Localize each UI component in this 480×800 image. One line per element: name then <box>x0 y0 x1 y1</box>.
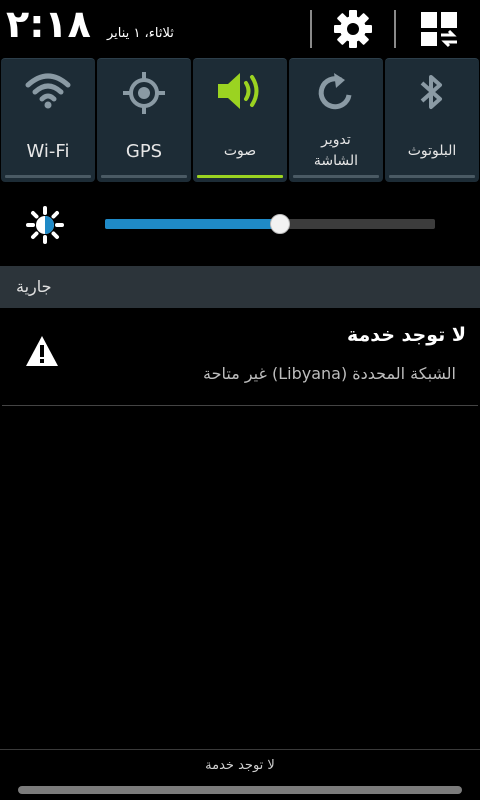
footer-divider <box>0 749 480 750</box>
brightness-slider-fill <box>105 219 280 229</box>
gps-indicator <box>101 175 187 178</box>
carrier-label: لا توجد خدمة <box>205 758 275 773</box>
gear-icon <box>334 10 372 48</box>
gps-toggle[interactable]: GPS <box>97 58 191 182</box>
sound-label: صوت <box>223 142 257 159</box>
panel-drag-handle[interactable] <box>18 786 462 794</box>
brightness-slider-thumb[interactable] <box>269 214 290 234</box>
rotation-label: تدوير الشاشة <box>313 132 359 169</box>
rotation-indicator <box>293 175 379 178</box>
gps-icon <box>123 72 165 114</box>
no-service-notification[interactable]: لا توجد خدمة الشبكة المحددة (Libyana) غي… <box>0 308 480 406</box>
ongoing-section-header: جارية <box>0 266 480 308</box>
panel-toggle-button[interactable] <box>414 6 464 52</box>
warning-icon <box>26 336 58 366</box>
header-divider <box>310 10 312 48</box>
quick-settings-panel: Wi-Fi GPS صوت تدوير الشاشة البلوتوث <box>0 58 480 184</box>
bluetooth-indicator <box>389 175 475 178</box>
date: ثلاثاء، ١ يناير <box>107 26 174 41</box>
brightness-slider[interactable] <box>105 214 435 234</box>
rotation-toggle[interactable]: تدوير الشاشة <box>289 58 383 182</box>
header-divider <box>394 10 396 48</box>
bluetooth-label: البلوتوث <box>407 142 457 159</box>
notification-title: لا توجد خدمة <box>346 324 466 346</box>
notification-header: ٢:١٨ ثلاثاء، ١ يناير <box>0 0 480 58</box>
sound-toggle[interactable]: صوت <box>193 58 287 182</box>
bluetooth-icon <box>420 75 442 109</box>
speaker-icon <box>218 73 259 109</box>
rotate-icon <box>318 73 352 110</box>
bluetooth-toggle[interactable]: البلوتوث <box>385 58 479 182</box>
wifi-toggle[interactable]: Wi-Fi <box>1 58 95 182</box>
notification-subtitle: الشبكة المحددة (Libyana) غير متاحة <box>203 364 456 383</box>
gps-label: GPS <box>125 140 163 162</box>
settings-button[interactable] <box>328 6 378 52</box>
wifi-indicator <box>5 175 91 178</box>
brightness-icon <box>26 206 64 244</box>
wifi-label: Wi-Fi <box>26 140 70 162</box>
wifi-icon <box>25 73 71 109</box>
grid-toggle-icon <box>421 12 457 48</box>
brightness-auto-button[interactable] <box>26 206 64 244</box>
sound-indicator <box>197 175 283 178</box>
section-title: جارية <box>16 277 52 296</box>
clock: ٢:١٨ <box>6 2 91 46</box>
notification-divider <box>2 405 478 406</box>
